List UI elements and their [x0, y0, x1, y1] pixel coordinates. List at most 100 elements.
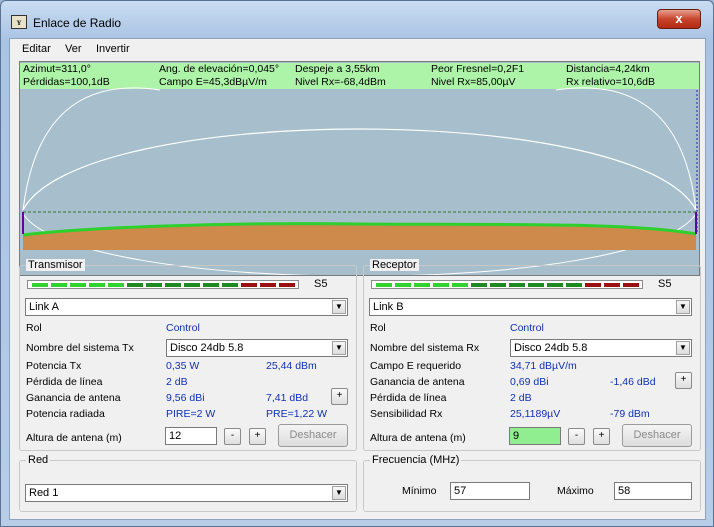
rx-height-plus-button[interactable]: +	[593, 428, 610, 445]
signal-segment	[547, 283, 563, 287]
signal-segment	[452, 283, 468, 287]
tx-height-input[interactable]: 12	[165, 427, 217, 445]
rx-system-select[interactable]: Disco 24db 5.8 ▼	[510, 339, 692, 357]
menu-ver[interactable]: Ver	[65, 43, 82, 55]
frequency-min-input[interactable]: 57	[450, 482, 530, 500]
frequency-max-label: Máximo	[557, 485, 594, 497]
rx-signal-meter	[371, 280, 643, 289]
rx-row-value1: 34,71 dBµV/m	[510, 360, 577, 372]
rx-height-label: Altura de antena (m)	[370, 432, 466, 444]
signal-segment	[70, 283, 86, 287]
network-legend: Red	[26, 454, 51, 466]
signal-segment	[623, 283, 639, 287]
rx-rol-label: Rol	[370, 322, 386, 334]
rx-row-value1: 25,1189µV	[510, 408, 561, 420]
tx-row-label: Potencia radiada	[26, 408, 105, 420]
signal-segment	[414, 283, 430, 287]
rx-height-minus-button[interactable]: -	[568, 428, 585, 445]
tx-system-value: Disco 24db 5.8	[170, 342, 244, 354]
title-bar[interactable]: ʏ Enlace de Radio x	[1, 1, 713, 37]
chevron-down-icon[interactable]: ▼	[676, 341, 690, 355]
signal-segment	[51, 283, 67, 287]
tx-rol-label: Rol	[26, 322, 42, 334]
rx-row-value2: -79 dBm	[610, 408, 650, 420]
frequency-panel: Frecuencia (MHz) Mínimo 57 Máximo 58	[363, 454, 701, 512]
app-icon: ʏ	[11, 15, 27, 29]
rx-signal-label: S5	[658, 278, 672, 290]
rx-gain-plus-button[interactable]: +	[675, 372, 692, 389]
tx-height-label: Altura de antena (m)	[26, 432, 122, 444]
signal-segment	[127, 283, 143, 287]
tx-row-value1: 2 dB	[166, 376, 188, 388]
rx-unit-select[interactable]: Link B ▼	[369, 298, 692, 316]
transmitter-panel: Transmisor S5 Link A ▼ Rol Control Nombr…	[19, 259, 357, 451]
tx-row-value1: 0,35 W	[166, 360, 200, 372]
chevron-down-icon[interactable]: ▼	[332, 300, 346, 314]
tx-signal-meter	[27, 280, 299, 289]
tx-gain-plus-button[interactable]: +	[331, 388, 348, 405]
rx-rol-value: Control	[510, 322, 544, 334]
signal-segment	[279, 283, 295, 287]
menu-editar[interactable]: Editar	[22, 43, 51, 55]
rx-unit-value: Link B	[373, 301, 404, 313]
fresnel-outer	[22, 87, 697, 211]
menu-invertir[interactable]: Invertir	[96, 43, 130, 55]
signal-segment	[471, 283, 487, 287]
fresnel-zone	[22, 128, 697, 211]
signal-segment	[146, 283, 162, 287]
tx-row-value1: PIRE=2 W	[166, 408, 216, 420]
network-select[interactable]: Red 1 ▼	[25, 484, 348, 502]
tx-row-value2: PRE=1,22 W	[266, 408, 327, 420]
signal-segment	[32, 283, 48, 287]
signal-segment	[433, 283, 449, 287]
tx-height-plus-button[interactable]: +	[249, 428, 266, 445]
tx-undo-button[interactable]: Deshacer	[278, 424, 348, 447]
rx-row-value1: 2 dB	[510, 392, 532, 404]
receiver-legend: Receptor	[370, 259, 419, 271]
signal-segment	[395, 283, 411, 287]
signal-segment	[490, 283, 506, 287]
signal-segment	[165, 283, 181, 287]
frequency-legend: Frecuencia (MHz)	[370, 454, 462, 466]
transmitter-legend: Transmisor	[26, 259, 85, 271]
signal-segment	[376, 283, 392, 287]
signal-segment	[260, 283, 276, 287]
tx-system-label: Nombre del sistema Tx	[26, 342, 134, 354]
rx-height-input[interactable]: 9	[509, 427, 561, 445]
signal-segment	[184, 283, 200, 287]
tx-system-select[interactable]: Disco 24db 5.8 ▼	[166, 339, 348, 357]
path-profile: Azimut=311,0° Ang. de elevación=0,045° D…	[19, 61, 700, 276]
chevron-down-icon[interactable]: ▼	[676, 300, 690, 314]
tx-row-value2: 7,41 dBd	[266, 392, 309, 404]
signal-segment	[203, 283, 219, 287]
signal-segment	[585, 283, 601, 287]
receiver-panel: Receptor S5 Link B ▼ Rol Control Nombre …	[363, 259, 701, 451]
network-panel: Red Red 1 ▼	[19, 454, 357, 512]
network-value: Red 1	[29, 487, 59, 499]
rx-row-label: Sensibilidad Rx	[370, 408, 443, 420]
rx-undo-button[interactable]: Deshacer	[622, 424, 692, 447]
signal-segment	[604, 283, 620, 287]
tx-unit-select[interactable]: Link A ▼	[25, 298, 348, 316]
signal-segment	[222, 283, 238, 287]
signal-segment	[89, 283, 105, 287]
signal-segment	[528, 283, 544, 287]
tx-row-label: Ganancia de antena	[26, 392, 121, 404]
rx-row-value2: -1,46 dBd	[610, 376, 656, 388]
chevron-down-icon[interactable]: ▼	[332, 341, 346, 355]
signal-segment	[241, 283, 257, 287]
close-button[interactable]: x	[657, 9, 701, 29]
close-icon: x	[675, 11, 683, 26]
frequency-min-label: Mínimo	[402, 485, 437, 497]
frequency-max-input[interactable]: 58	[614, 482, 692, 500]
tx-signal-label: S5	[314, 278, 328, 290]
client-area: Editar Ver Invertir Azimut=311,0° Ang. d…	[9, 38, 706, 520]
chevron-down-icon[interactable]: ▼	[332, 486, 346, 500]
tx-height-minus-button[interactable]: -	[224, 428, 241, 445]
tx-row-label: Pérdida de línea	[26, 376, 103, 388]
signal-segment	[108, 283, 124, 287]
profile-graph	[22, 87, 698, 275]
rx-row-label: Campo E requerido	[370, 360, 462, 372]
radio-link-window: ʏ Enlace de Radio x Editar Ver Invertir …	[0, 0, 714, 527]
tx-row-value2: 25,44 dBm	[266, 360, 317, 372]
